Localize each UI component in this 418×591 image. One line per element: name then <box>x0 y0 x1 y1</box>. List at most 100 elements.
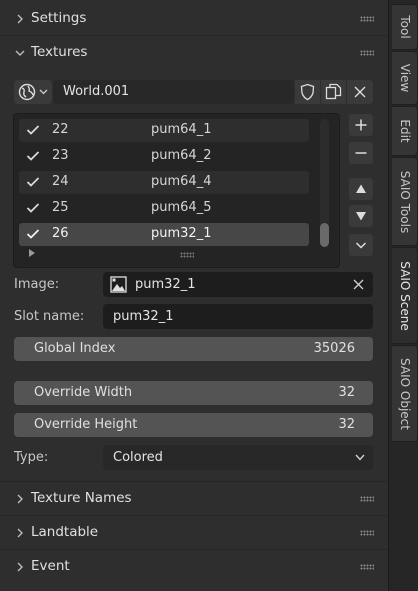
move-down-button[interactable] <box>349 205 373 227</box>
section-settings[interactable]: Settings <box>0 4 388 34</box>
type-label: Type: <box>14 450 49 465</box>
sidebar-tabs: Tool View Edit SAIO Tools SAIO Scene SAI… <box>388 0 418 591</box>
plus-icon <box>355 119 367 131</box>
tab-view[interactable]: View <box>392 51 418 105</box>
tab-edit[interactable]: Edit <box>392 106 418 156</box>
tab-saio-scene[interactable]: SAIO Scene <box>392 247 418 344</box>
list-item[interactable]: 25 pum64_5 <box>19 197 309 220</box>
specials-menu-button[interactable] <box>349 234 373 256</box>
global-index-label: Global Index <box>34 341 116 356</box>
override-height-label: Override Height <box>34 417 138 432</box>
checkmark-icon[interactable] <box>26 176 40 188</box>
drag-grip-icon[interactable] <box>360 16 374 22</box>
chevron-down-icon <box>355 454 365 461</box>
world-browse-button[interactable] <box>14 80 52 104</box>
checkmark-icon[interactable] <box>26 124 40 136</box>
section-landtable[interactable]: Landtable <box>0 518 388 548</box>
texture-index: 25 <box>52 200 69 215</box>
list-item[interactable]: 23 pum64_2 <box>19 145 309 168</box>
divider <box>0 35 388 36</box>
texture-name: pum64_5 <box>151 200 212 215</box>
override-width-label: Override Width <box>34 385 133 400</box>
tab-label: SAIO Tools <box>397 170 412 233</box>
section-title: Texture Names <box>31 490 132 506</box>
override-width-field[interactable]: Override Width 32 <box>14 381 373 405</box>
override-height-field[interactable]: Override Height 32 <box>14 413 373 437</box>
section-title: Settings <box>31 10 87 26</box>
tab-saio-tools[interactable]: SAIO Tools <box>392 157 418 246</box>
add-item-button[interactable] <box>349 114 373 136</box>
tab-label: SAIO Object <box>397 357 412 430</box>
checkmark-icon[interactable] <box>26 150 40 162</box>
texture-index: 22 <box>52 122 69 137</box>
checkmark-icon[interactable] <box>26 202 40 214</box>
tab-label: Tool <box>397 15 412 39</box>
world-name-field[interactable]: World.001 <box>53 80 294 104</box>
texture-name: pum64_1 <box>151 122 212 137</box>
drag-grip-icon[interactable] <box>360 530 374 536</box>
remove-item-button[interactable] <box>349 142 373 164</box>
chevron-right-icon <box>17 14 23 24</box>
duplicate-icon <box>325 83 342 100</box>
close-icon[interactable] <box>353 279 364 290</box>
drag-grip-icon[interactable] <box>360 564 374 570</box>
texture-name: pum64_2 <box>151 148 212 163</box>
list-scrollbar[interactable] <box>320 119 329 247</box>
image-icon <box>110 276 127 293</box>
texture-index: 24 <box>52 174 69 189</box>
slot-name-value: pum32_1 <box>113 309 174 324</box>
tab-label: View <box>397 63 412 93</box>
divider <box>0 549 388 550</box>
chevron-right-icon <box>17 494 23 504</box>
global-index-value: 35026 <box>313 341 355 356</box>
section-title: Textures <box>31 44 88 60</box>
chevron-down-icon <box>39 89 48 95</box>
fake-user-button[interactable] <box>295 80 320 104</box>
override-height-value: 32 <box>338 417 355 432</box>
section-event[interactable]: Event <box>0 552 388 582</box>
list-item[interactable]: 22 pum64_1 <box>19 119 309 142</box>
texture-list[interactable]: 22 pum64_1 23 pum64_2 24 pum64_4 25 pum6… <box>13 113 340 268</box>
list-item-selected[interactable]: 26 pum32_1 <box>19 223 309 246</box>
global-index-field[interactable]: Global Index 35026 <box>14 337 373 361</box>
texture-name: pum32_1 <box>151 226 212 241</box>
section-title: Event <box>31 558 70 574</box>
triangle-down-icon <box>356 212 366 221</box>
chevron-down-icon <box>355 242 367 249</box>
override-width-value: 32 <box>338 385 355 400</box>
minus-icon <box>355 152 367 154</box>
slot-name-field[interactable]: pum32_1 <box>103 304 373 329</box>
properties-panel: Settings Textures World.001 22 pum64_1 2… <box>0 0 388 591</box>
move-up-button[interactable] <box>349 178 373 200</box>
image-field[interactable]: pum32_1 <box>103 272 373 297</box>
list-item[interactable]: 24 pum64_4 <box>19 171 309 194</box>
chevron-right-icon <box>17 528 23 538</box>
slot-name-label: Slot name: <box>14 309 85 324</box>
texture-index: 26 <box>52 226 69 241</box>
section-texture-names[interactable]: Texture Names <box>0 484 388 514</box>
section-title: Landtable <box>31 524 99 540</box>
scrollbar-thumb[interactable] <box>320 223 329 247</box>
unlink-button[interactable] <box>347 80 373 104</box>
tab-tool[interactable]: Tool <box>392 4 418 50</box>
world-name-value: World.001 <box>63 84 130 99</box>
checkmark-icon[interactable] <box>26 228 40 240</box>
shield-icon <box>300 83 315 101</box>
duplicate-button[interactable] <box>321 80 346 104</box>
close-icon <box>354 86 366 98</box>
type-value: Colored <box>113 450 163 465</box>
divider <box>0 481 388 482</box>
texture-index: 23 <box>52 148 69 163</box>
tab-label: SAIO Scene <box>397 260 412 331</box>
filter-expand-icon[interactable] <box>28 249 36 257</box>
tab-saio-object[interactable]: SAIO Object <box>392 345 418 442</box>
divider <box>0 515 388 516</box>
drag-grip-icon[interactable] <box>360 496 374 502</box>
section-textures[interactable]: Textures <box>0 38 388 68</box>
globe-icon <box>18 83 36 101</box>
texture-name: pum64_4 <box>151 174 212 189</box>
drag-grip-icon[interactable] <box>360 50 374 56</box>
chevron-right-icon <box>17 562 23 572</box>
resize-grip-icon[interactable] <box>180 252 194 258</box>
type-dropdown[interactable]: Colored <box>103 445 373 470</box>
